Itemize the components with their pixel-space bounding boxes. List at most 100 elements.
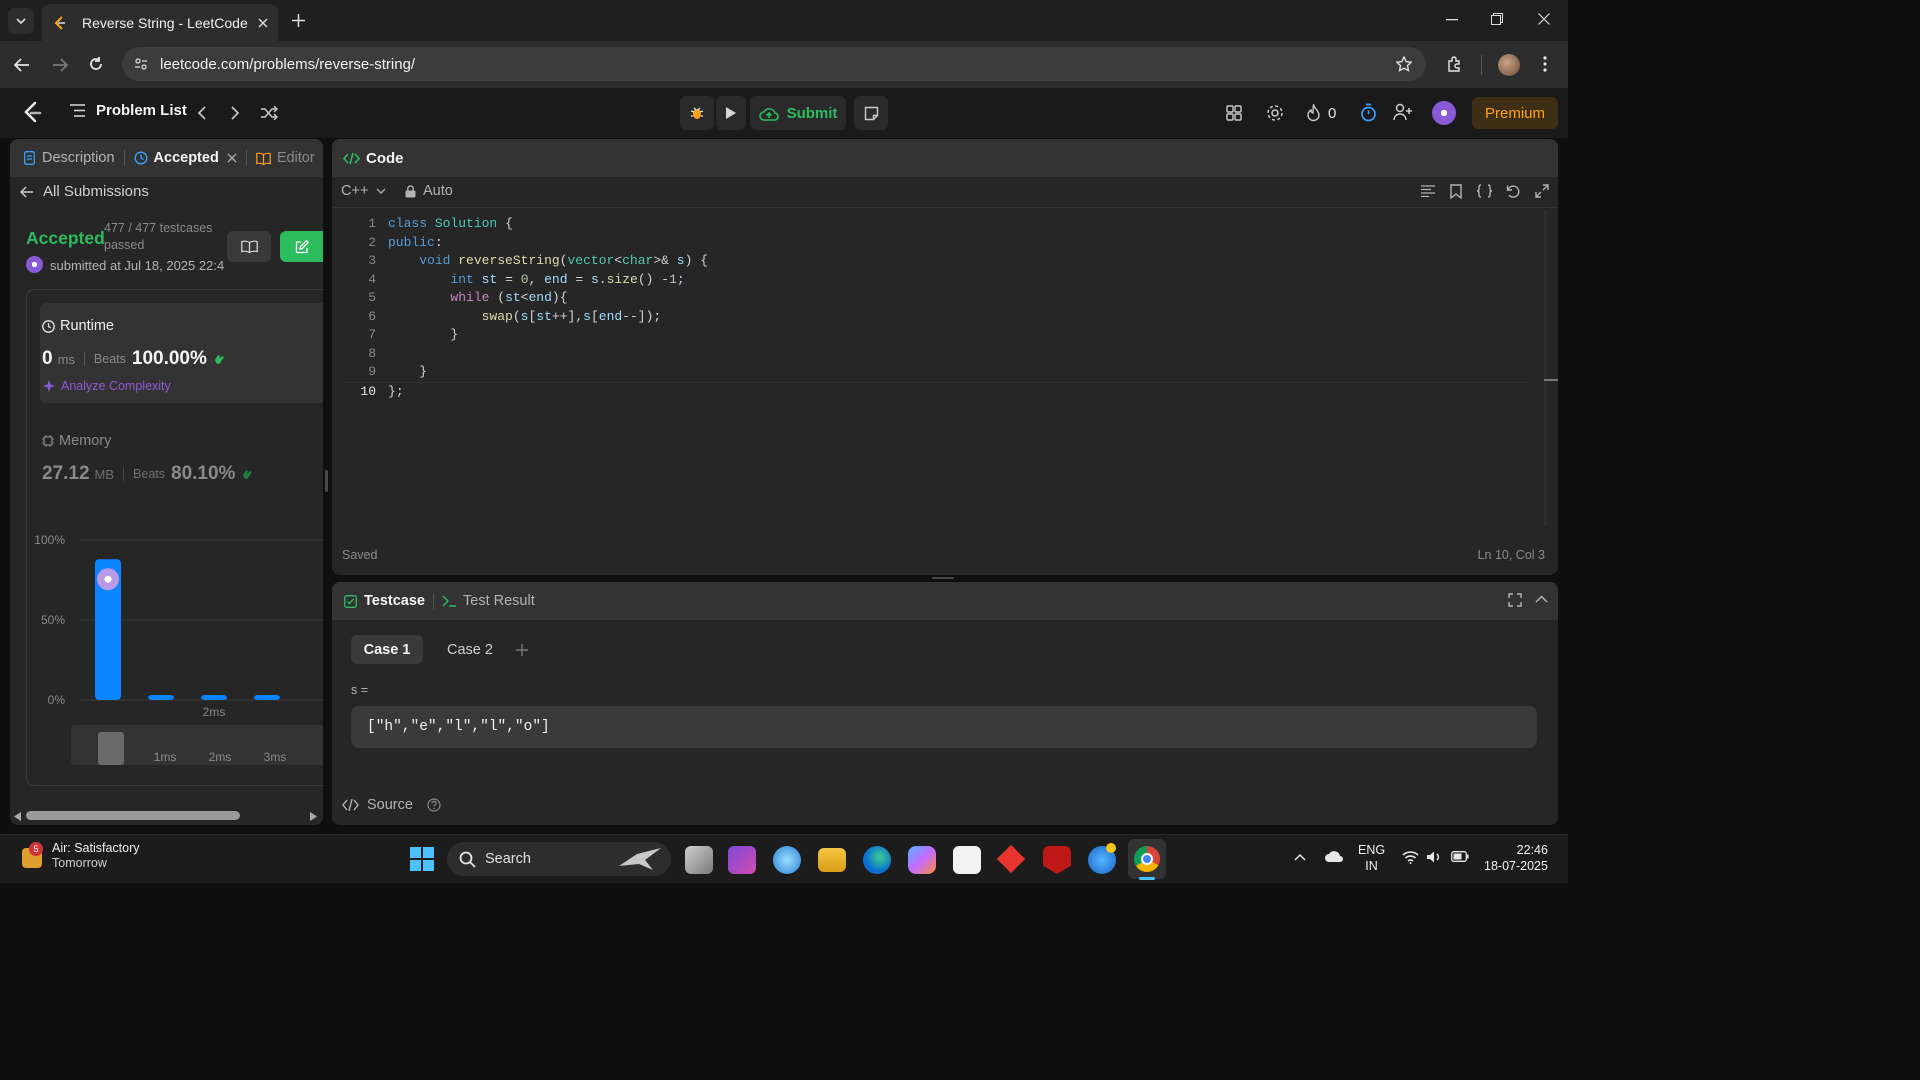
code-line[interactable]: 2 public: — [342, 234, 1532, 253]
windows-start-icon[interactable] — [410, 847, 434, 871]
expand-icon[interactable] — [1535, 184, 1549, 198]
write-solution-button[interactable] — [280, 231, 323, 262]
code-line[interactable]: 8 — [342, 345, 1532, 364]
tab-testcase[interactable]: Testcase — [344, 593, 425, 609]
panel-resize-handle[interactable] — [325, 470, 328, 492]
problem-list-button[interactable]: Problem List — [70, 102, 187, 119]
scroll-left-icon[interactable] — [14, 812, 21, 821]
code-line[interactable]: 1 class Solution { — [342, 215, 1532, 234]
restore-icon[interactable] — [1491, 13, 1503, 25]
tab-accepted[interactable]: Accepted — [134, 150, 237, 166]
scrollbar-thumb[interactable] — [26, 811, 240, 820]
copilot-icon[interactable] — [908, 846, 936, 874]
code-line[interactable]: 5 while (st<end){ — [342, 289, 1532, 308]
code-line[interactable]: 6 swap(s[st++],s[end--]); — [342, 308, 1532, 327]
wifi-icon[interactable] — [1402, 850, 1419, 864]
back-arrow-icon[interactable] — [14, 58, 30, 72]
debug-button[interactable] — [680, 96, 714, 130]
extensions-icon[interactable] — [1446, 56, 1463, 73]
horizontal-scrollbar[interactable] — [10, 807, 323, 825]
run-button[interactable] — [716, 96, 746, 130]
analyze-complexity-link[interactable]: Analyze Complexity — [42, 379, 171, 393]
onedrive-icon[interactable] — [1324, 850, 1344, 863]
case-1-tab[interactable]: Case 1 — [351, 635, 423, 664]
testcase-input[interactable]: ["h","e","l","l","o"] — [351, 706, 1537, 748]
notes-button[interactable] — [854, 96, 888, 130]
battery-icon[interactable] — [1451, 851, 1469, 862]
memory-section[interactable]: Memory 27.12 MB Beats 80.10% — [42, 418, 323, 488]
next-problem-icon[interactable] — [231, 106, 240, 120]
mcafee-icon[interactable] — [1043, 846, 1071, 874]
scroll-right-icon[interactable] — [310, 812, 317, 821]
shuffle-icon[interactable] — [261, 106, 278, 120]
case-2-tab[interactable]: Case 2 — [434, 635, 506, 664]
reset-icon[interactable] — [1506, 184, 1520, 198]
language-indicator[interactable]: ENG IN — [1358, 843, 1385, 873]
task-view-icon[interactable] — [685, 846, 713, 874]
app-diamond-icon[interactable] — [996, 844, 1026, 874]
layout-icon[interactable] — [1226, 105, 1242, 121]
add-friend-icon[interactable] — [1393, 103, 1413, 121]
tab-accepted-label: Accepted — [153, 150, 219, 166]
format-icon[interactable] — [1421, 185, 1435, 197]
language-select[interactable]: C++ — [341, 183, 386, 199]
profile-avatar[interactable] — [1498, 54, 1520, 76]
close-window-icon[interactable] — [1538, 13, 1550, 25]
taskbar-search[interactable]: Search — [447, 842, 671, 876]
browser-menu-icon[interactable] — [1543, 56, 1547, 72]
new-tab-icon[interactable] — [292, 14, 305, 27]
code-line[interactable]: 4 int st = 0, end = s.size() -1; — [342, 271, 1532, 290]
braces-icon[interactable] — [1476, 184, 1493, 198]
tab-editorial[interactable]: Editor — [256, 150, 315, 166]
close-tab-icon[interactable] — [258, 18, 268, 28]
premium-button[interactable]: Premium — [1472, 97, 1558, 129]
code-scrollbar-track[interactable] — [1544, 210, 1547, 526]
source-link[interactable]: Source — [342, 797, 441, 813]
code-line[interactable]: 10}; — [342, 381, 1532, 402]
timer-icon[interactable] — [1360, 103, 1377, 122]
code-panel: Code C++ Auto 1 class Solution {2 public: 3… — [332, 139, 1558, 575]
user-avatar[interactable] — [1432, 101, 1456, 125]
minimize-icon[interactable] — [1446, 19, 1458, 21]
file-explorer-icon[interactable] — [818, 848, 846, 872]
code-line[interactable]: 3 void reverseString(vector<char>& s) { — [342, 252, 1532, 271]
address-bar[interactable]: leetcode.com/problems/reverse-string/ — [122, 47, 1426, 81]
clock[interactable]: 22:46 18-07-2025 — [1484, 843, 1548, 873]
tab-search-button[interactable] — [8, 8, 34, 34]
auto-mode[interactable]: Auto — [405, 183, 453, 199]
clipchamp-icon[interactable] — [728, 846, 756, 874]
settings-gear-icon[interactable] — [1266, 104, 1284, 122]
leetcode-logo-icon[interactable] — [22, 101, 42, 125]
distribution-bar — [148, 695, 174, 700]
code-editor[interactable]: 1 class Solution {2 public: 3 void reverseS… — [342, 215, 1532, 401]
browser-tab-active[interactable]: Reverse String - LeetCode — [42, 4, 278, 41]
volume-icon[interactable] — [1426, 850, 1441, 864]
help-icon[interactable] — [427, 798, 441, 812]
bookmark-icon[interactable] — [1450, 184, 1462, 199]
streak-counter[interactable]: 0 — [1306, 104, 1336, 122]
maximize-icon[interactable] — [1508, 593, 1522, 607]
code-line[interactable]: 7 } — [342, 326, 1532, 345]
vertical-resize-handle[interactable] — [932, 577, 954, 579]
bookmark-star-icon[interactable] — [1396, 56, 1412, 72]
runtime-section[interactable]: Runtime 0 ms Beats 100.00% Analyze Compl… — [40, 303, 323, 403]
weather-widget[interactable]: 5 Air: Satisfactory Tomorrow — [20, 841, 140, 870]
url-text: leetcode.com/problems/reverse-string/ — [160, 55, 416, 73]
prev-problem-icon[interactable] — [197, 106, 206, 120]
add-case-icon[interactable] — [516, 644, 528, 656]
microsoft-store-icon[interactable] — [953, 846, 981, 874]
all-submissions-link[interactable]: All Submissions — [20, 183, 149, 200]
forward-arrow-icon[interactable] — [52, 58, 68, 72]
tab-test-result[interactable]: Test Result — [442, 593, 535, 609]
close-tab-accepted-icon[interactable] — [227, 153, 237, 163]
tab-description[interactable]: Description — [24, 150, 115, 166]
show-hidden-icons[interactable] — [1294, 853, 1306, 861]
solution-notes-button[interactable] — [227, 231, 271, 262]
site-info-icon[interactable] — [134, 57, 148, 71]
collapse-icon[interactable] — [1535, 595, 1548, 603]
edge-icon[interactable] — [863, 846, 891, 874]
reload-icon[interactable] — [88, 56, 104, 72]
widgets-globe-icon[interactable] — [773, 846, 801, 874]
code-line[interactable]: 9 } — [342, 363, 1532, 382]
submit-button[interactable]: Submit — [750, 96, 846, 130]
